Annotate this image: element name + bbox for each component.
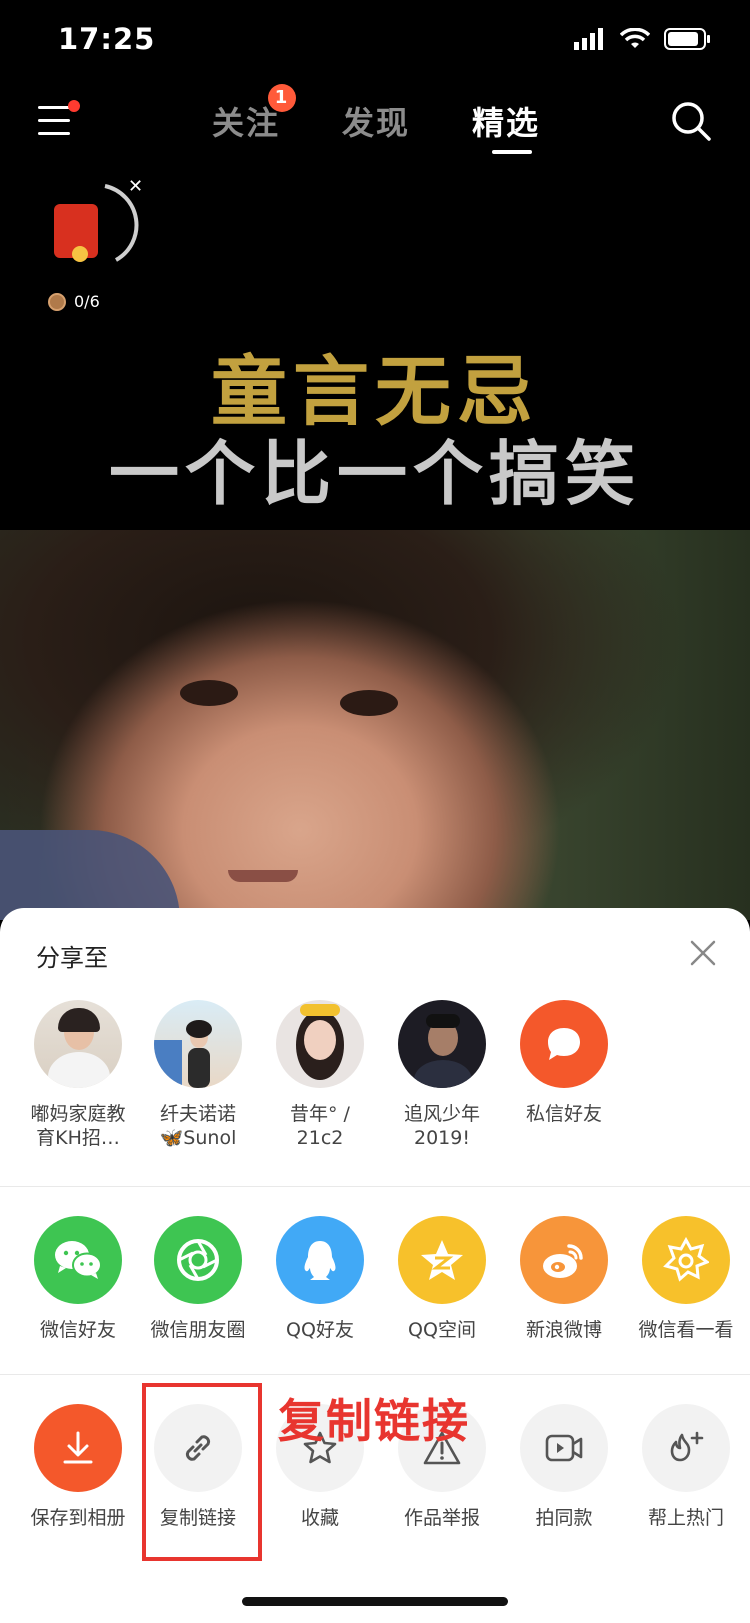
close-icon[interactable] xyxy=(688,938,718,968)
contact-name: 嘟妈家庭教 育KH招… xyxy=(30,1103,126,1149)
share-wechat-friend[interactable]: 微信好友 xyxy=(18,1216,138,1342)
share-label: 新浪微博 xyxy=(525,1319,602,1341)
avatar xyxy=(34,1000,122,1088)
video-camera-icon xyxy=(520,1404,608,1492)
tab-badge: 1 xyxy=(268,84,296,112)
clothing-shape xyxy=(0,830,180,920)
tab-featured[interactable]: 精选 xyxy=(472,98,541,154)
red-packet-widget[interactable] xyxy=(50,182,140,272)
eye-shape xyxy=(180,680,238,706)
share-label: 微信朋友圈 xyxy=(150,1319,246,1341)
private-message-button[interactable]: 私信好友 xyxy=(504,1000,624,1126)
share-label: QQ空间 xyxy=(408,1319,476,1341)
share-qzone[interactable]: QQ空间 xyxy=(382,1216,502,1342)
wifi-icon xyxy=(620,28,650,48)
contact-item[interactable]: 纤夫诺诺 🦋Sunol xyxy=(138,1000,258,1150)
share-wechat-look[interactable]: 微信看一看 xyxy=(626,1216,746,1342)
annotation-label: 复制链接 xyxy=(278,1394,470,1448)
download-icon xyxy=(34,1404,122,1492)
video-caption-subtitle: 一个比一个搞笑 xyxy=(109,433,641,515)
contact-item[interactable]: 昔年° / 21c2 xyxy=(260,1000,380,1150)
avatar xyxy=(276,1000,364,1088)
action-label: 保存到相册 xyxy=(30,1507,126,1529)
wechat-look-icon xyxy=(642,1216,730,1304)
share-label: 微信好友 xyxy=(39,1319,116,1341)
action-label: 拍同款 xyxy=(535,1507,593,1529)
save-to-album-button[interactable]: 保存到相册 xyxy=(18,1404,138,1530)
tab-following[interactable]: 关注 1 xyxy=(212,84,296,144)
boost-trending-button[interactable]: 帮上热门 xyxy=(626,1404,746,1530)
action-label: 作品举报 xyxy=(403,1507,480,1529)
divider xyxy=(0,1186,750,1187)
notification-dot xyxy=(68,100,80,112)
contact-name: 追风少年 2019! xyxy=(403,1103,480,1149)
red-packet-icon xyxy=(54,204,98,262)
mouth-shape xyxy=(228,870,298,882)
task-progress: 0/6 xyxy=(48,292,100,311)
weibo-icon xyxy=(520,1216,608,1304)
top-navigation: 关注 1 发现 精选 xyxy=(0,84,750,160)
close-icon[interactable]: ✕ xyxy=(128,176,143,197)
coin-icon xyxy=(48,292,66,311)
progress-text: 0/6 xyxy=(74,292,100,311)
contacts-row: 嘟妈家庭教 育KH招… 纤夫诺诺 🦋Sunol 昔年° / 21c2 追风少年 … xyxy=(0,1000,750,1150)
status-time: 17:25 xyxy=(58,22,156,56)
private-message-label: 私信好友 xyxy=(525,1103,602,1125)
menu-icon[interactable] xyxy=(38,100,80,142)
tab-label: 关注 xyxy=(212,104,281,142)
active-tab-indicator xyxy=(492,150,532,154)
tab-label: 精选 xyxy=(472,104,541,142)
action-label: 收藏 xyxy=(300,1507,339,1529)
video-frame-image xyxy=(0,530,750,920)
status-icons xyxy=(574,28,710,50)
search-icon[interactable] xyxy=(670,100,712,142)
fire-plus-icon xyxy=(642,1404,730,1492)
share-qq-friend[interactable]: QQ好友 xyxy=(260,1216,380,1342)
share-weibo[interactable]: 新浪微博 xyxy=(504,1216,624,1342)
home-indicator[interactable] xyxy=(242,1597,508,1606)
share-sheet-title: 分享至 xyxy=(36,944,108,972)
share-label: 微信看一看 xyxy=(638,1319,734,1341)
share-wechat-moments[interactable]: 微信朋友圈 xyxy=(138,1216,258,1342)
qzone-icon xyxy=(398,1216,486,1304)
divider xyxy=(0,1374,750,1375)
contact-item[interactable]: 嘟妈家庭教 育KH招… xyxy=(18,1000,138,1150)
action-label: 帮上热门 xyxy=(647,1507,724,1529)
share-platforms-row: 微信好友 微信朋友圈 QQ好友 QQ空间 新浪微博 微信看一看 xyxy=(0,1216,750,1356)
annotation-highlight-box xyxy=(142,1383,262,1561)
chat-bubble-icon xyxy=(520,1000,608,1088)
eye-shape xyxy=(340,690,398,716)
avatar xyxy=(398,1000,486,1088)
shoot-same-button[interactable]: 拍同款 xyxy=(504,1404,624,1530)
video-player[interactable]: 童言无忌 一个比一个搞笑 17:25 关注 1 发现 精选 ✕ 0/6 xyxy=(0,0,750,920)
tab-label: 发现 xyxy=(342,104,411,142)
avatar xyxy=(154,1000,242,1088)
moments-icon xyxy=(154,1216,242,1304)
qq-icon xyxy=(276,1216,364,1304)
status-bar: 17:25 xyxy=(0,0,750,88)
share-label: QQ好友 xyxy=(286,1319,354,1341)
share-sheet: 分享至 嘟妈家庭教 育KH招… 纤夫诺诺 🦋Sunol 昔年° / 21c2 追… xyxy=(0,908,750,1623)
battery-icon xyxy=(664,28,710,50)
signal-icon xyxy=(574,28,603,50)
wechat-icon xyxy=(34,1216,122,1304)
contact-name: 昔年° / 21c2 xyxy=(290,1103,350,1149)
tab-discover[interactable]: 发现 xyxy=(342,98,410,144)
contact-item[interactable]: 追风少年 2019! xyxy=(382,1000,502,1150)
contact-name: 纤夫诺诺 🦋Sunol xyxy=(159,1103,237,1149)
